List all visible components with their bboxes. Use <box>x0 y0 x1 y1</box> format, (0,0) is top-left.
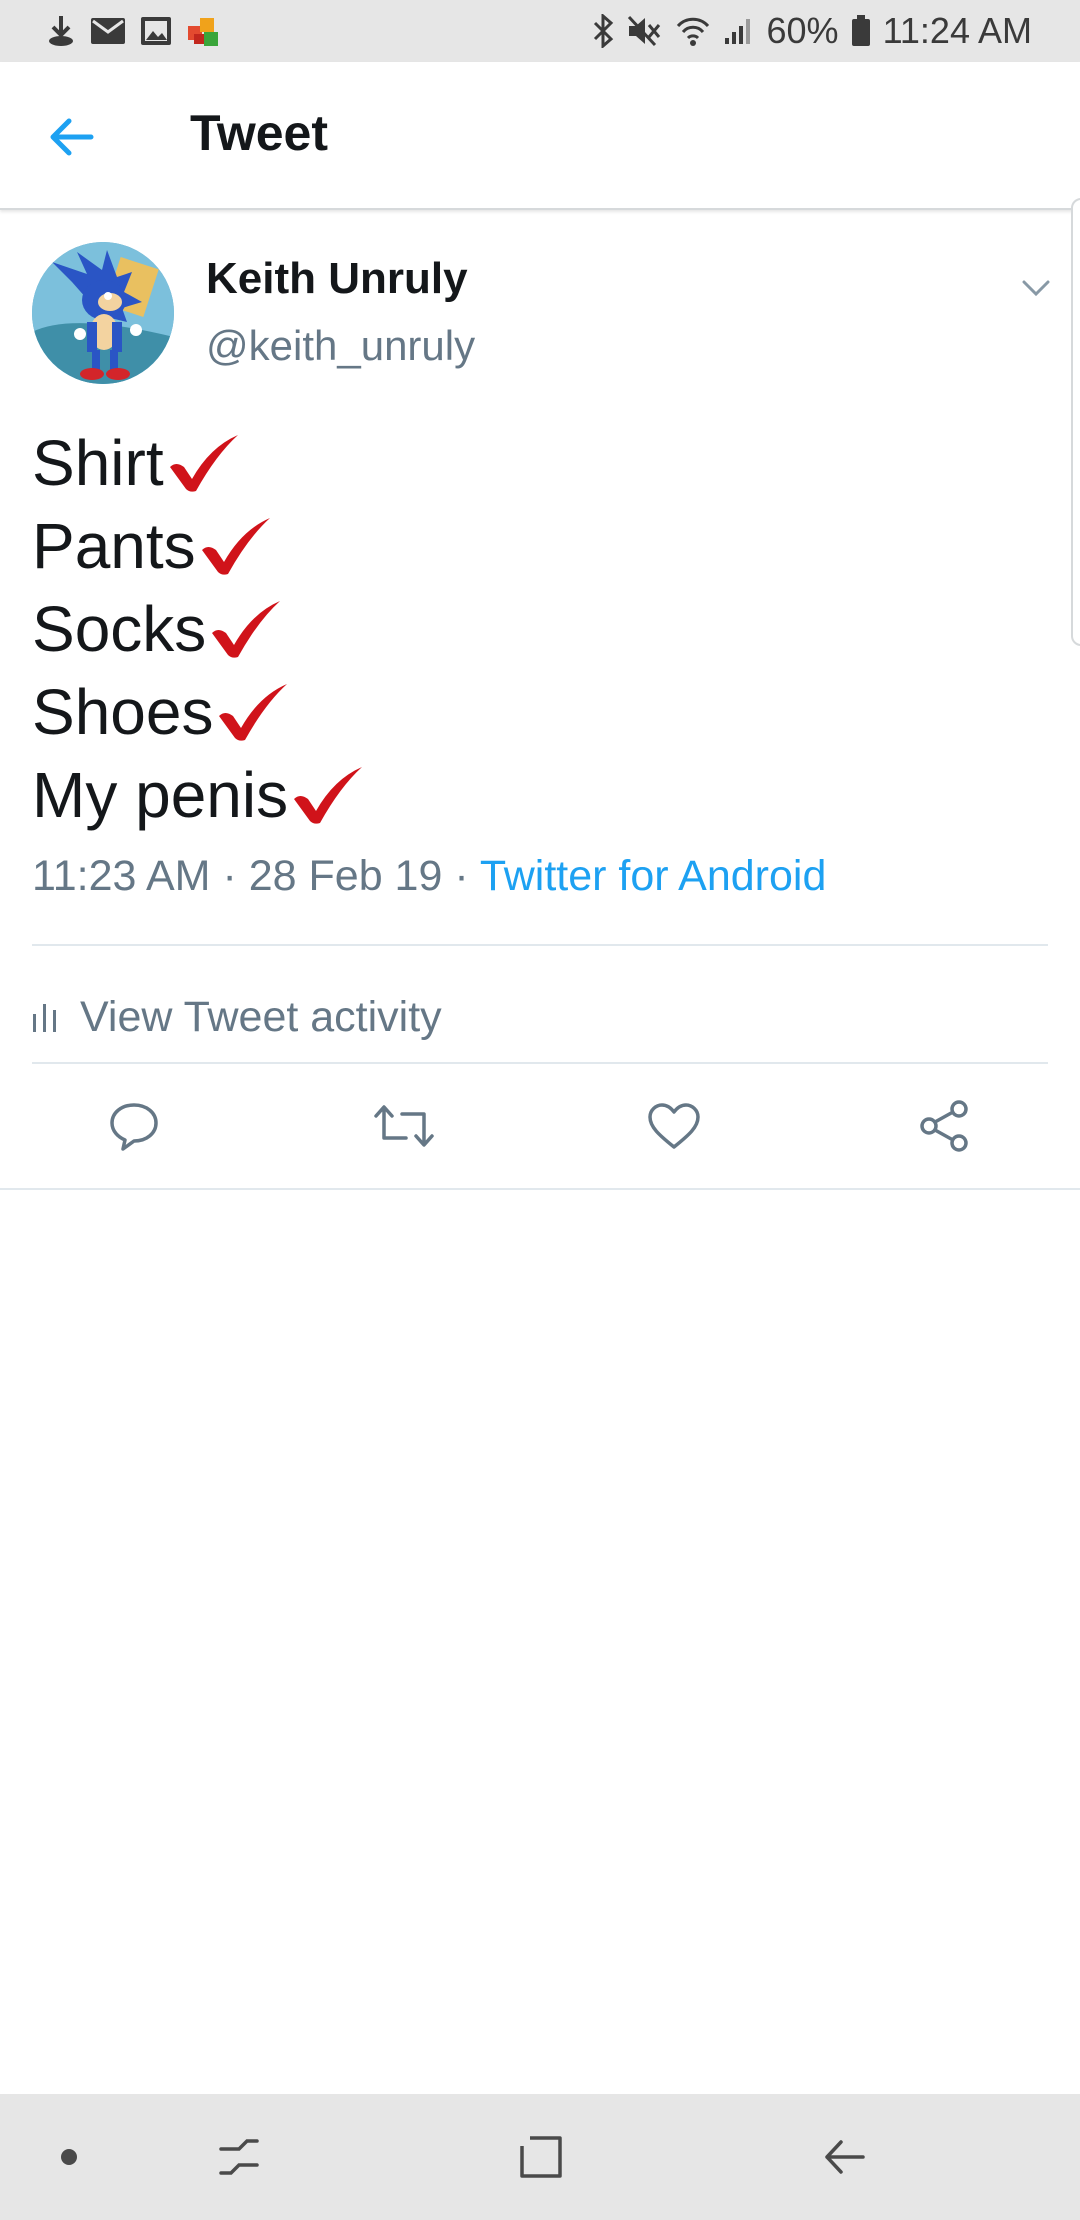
recent-apps-button[interactable] <box>204 2122 274 2192</box>
share-icon <box>920 1100 968 1152</box>
tweet-line: Socks <box>32 588 364 671</box>
tweet-line-text: Shirt <box>32 427 164 499</box>
scrollbar-edge <box>1071 198 1080 646</box>
author-handle[interactable]: @keith_unruly <box>206 322 475 370</box>
view-tweet-activity-button[interactable]: View Tweet activity <box>32 972 442 1062</box>
chevron-down-icon <box>1022 280 1050 297</box>
tweet-time: 11:23 AM <box>32 852 211 900</box>
meta-separator: · <box>454 852 469 900</box>
like-button[interactable] <box>642 1094 706 1158</box>
clock: 11:24 AM <box>882 10 1032 51</box>
tweet-line-text: Socks <box>32 593 207 665</box>
recent-apps-icon <box>219 2139 259 2175</box>
status-bar: 60% 11:24 AM <box>0 0 1080 62</box>
system-indicators: 60% 11:24 AM <box>579 10 1032 52</box>
check-mark-icon <box>215 682 289 744</box>
navigation-bar <box>0 2094 1080 2220</box>
tweet-meta: 11:23 AM · 28 Feb 19 · Twitter for Andro… <box>32 852 826 901</box>
system-back-button[interactable] <box>809 2122 879 2192</box>
view-tweet-activity-label: View Tweet activity <box>80 992 442 1041</box>
retweet-icon <box>374 1105 434 1147</box>
divider <box>32 944 1048 946</box>
check-mark-icon <box>166 433 240 495</box>
home-button[interactable] <box>506 2122 576 2192</box>
notification-icons <box>46 14 236 48</box>
gallery-icon <box>140 16 172 46</box>
back-arrow-icon <box>50 118 94 156</box>
tweet-actions <box>0 1064 1080 1190</box>
analytics-icon <box>32 1000 58 1034</box>
app-notification-icon <box>186 14 222 48</box>
tweet-line: Pants <box>32 505 364 588</box>
battery-icon <box>851 15 871 47</box>
reply-icon <box>110 1103 158 1151</box>
screen: 60% 11:24 AM Tweet Keith Unruly @keith_u… <box>0 0 1080 2220</box>
tweet-line: Shoes <box>32 671 364 754</box>
back-icon <box>825 2140 865 2174</box>
tweet-date: 28 Feb 19 <box>248 852 443 900</box>
reply-button[interactable] <box>102 1094 166 1158</box>
wifi-icon <box>675 15 711 47</box>
home-square-icon <box>520 2136 562 2178</box>
mail-icon <box>90 17 126 45</box>
signal-icon <box>723 16 755 46</box>
share-button[interactable] <box>912 1094 976 1158</box>
check-mark-icon <box>290 765 364 827</box>
tweet-source-link[interactable]: Twitter for Android <box>480 852 827 900</box>
mute-icon <box>627 15 663 47</box>
avatar-image <box>32 242 174 384</box>
tweet-text: Shirt Pants Socks Shoes My penis <box>32 422 364 837</box>
dot-icon <box>61 2149 77 2165</box>
tweet-line: Shirt <box>32 422 364 505</box>
tweet-line: My penis <box>32 754 364 837</box>
check-mark-icon <box>208 599 282 661</box>
page-title: Tweet <box>190 105 328 161</box>
avatar[interactable] <box>32 242 174 384</box>
author-name[interactable]: Keith Unruly <box>206 254 468 304</box>
back-button[interactable] <box>36 102 106 172</box>
retweet-button[interactable] <box>372 1094 436 1158</box>
meta-separator: · <box>222 852 237 900</box>
download-icon <box>46 14 76 48</box>
like-icon <box>648 1103 700 1149</box>
nav-dot-button[interactable] <box>34 2122 104 2192</box>
tweet-options-button[interactable] <box>1016 268 1056 308</box>
check-mark-icon <box>198 516 272 578</box>
battery-percent: 60% <box>766 10 839 51</box>
tweet-line-text: Shoes <box>32 676 214 748</box>
tweet-line-text: Pants <box>32 510 196 582</box>
tweet-line-text: My penis <box>32 759 289 831</box>
app-bar: Tweet <box>0 62 1080 210</box>
bluetooth-icon <box>591 14 615 48</box>
